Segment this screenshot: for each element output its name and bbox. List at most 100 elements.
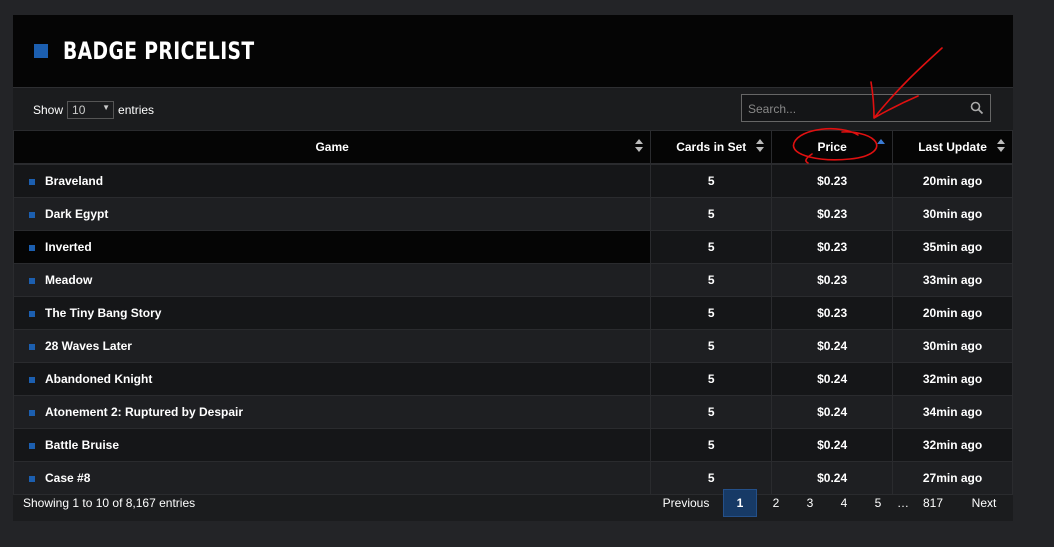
- game-name: Battle Bruise: [45, 438, 120, 452]
- price-cell: $0.23: [771, 296, 894, 330]
- entries-info: Showing 1 to 10 of 8,167 entries: [23, 496, 196, 510]
- game-cell[interactable]: Braveland: [12, 163, 652, 198]
- game-cell[interactable]: 28 Waves Later: [12, 329, 652, 363]
- price-cell: $0.24: [771, 395, 894, 429]
- table-footer: Showing 1 to 10 of 8,167 entries Previou…: [13, 487, 1013, 521]
- game-name: Braveland: [45, 174, 104, 188]
- cards-cell: 5: [650, 197, 773, 231]
- bullet-icon: [29, 343, 35, 350]
- last-update-cell: 35min ago: [892, 230, 1013, 264]
- show-label: Show: [33, 103, 64, 117]
- search-icon[interactable]: [970, 101, 984, 115]
- page-button-4[interactable]: 4: [827, 490, 861, 516]
- sort-ascending-icon: [877, 139, 886, 153]
- column-header-cards[interactable]: Cards in Set: [650, 130, 773, 165]
- last-update-cell: 30min ago: [892, 197, 1013, 231]
- bullet-icon: [29, 244, 35, 251]
- page-button-last[interactable]: 817: [911, 490, 955, 516]
- cards-cell: 5: [650, 296, 773, 330]
- previous-page-button[interactable]: Previous: [649, 490, 723, 516]
- game-name: Atonement 2: Ruptured by Despair: [45, 405, 244, 419]
- entries-select-wrap: 10 ▼: [63, 101, 118, 119]
- game-name: Abandoned Knight: [45, 372, 153, 386]
- column-header-price[interactable]: Price: [771, 130, 894, 165]
- panel-header: BADGE PRICELIST: [13, 15, 1013, 88]
- search-input[interactable]: [742, 95, 965, 123]
- price-cell: $0.23: [771, 230, 894, 264]
- bullet-icon: [29, 442, 35, 449]
- column-header-label: Game: [315, 140, 349, 154]
- bullet-icon: [29, 475, 35, 482]
- table-row[interactable]: Dark Egypt 5 $0.23 30min ago: [12, 197, 1013, 231]
- table-row[interactable]: Inverted 5 $0.23 35min ago: [12, 230, 1013, 264]
- title-square-icon: [34, 44, 48, 58]
- cards-cell: 5: [650, 163, 773, 198]
- price-cell: $0.23: [771, 163, 894, 198]
- search-box: [741, 94, 991, 123]
- page-title: BADGE PRICELIST: [63, 37, 255, 65]
- entries-length-control: Show 10 ▼ entries: [33, 101, 154, 119]
- game-cell[interactable]: Meadow: [12, 263, 652, 297]
- cards-cell: 5: [650, 362, 773, 396]
- table-controls: Show 10 ▼ entries: [13, 88, 1013, 131]
- game-cell[interactable]: Battle Bruise: [12, 428, 652, 462]
- cards-cell: 5: [650, 263, 773, 297]
- cards-cell: 5: [650, 329, 773, 363]
- last-update-cell: 32min ago: [892, 362, 1013, 396]
- table-row[interactable]: Meadow 5 $0.23 33min ago: [12, 263, 1013, 297]
- game-name: Dark Egypt: [45, 207, 109, 221]
- sort-icon: [635, 139, 644, 153]
- bullet-icon: [29, 211, 35, 218]
- game-cell[interactable]: The Tiny Bang Story: [12, 296, 652, 330]
- price-cell: $0.23: [771, 197, 894, 231]
- entries-label: entries: [118, 103, 155, 117]
- pagination: Previous 1 2 3 4 5 … 817 Next: [649, 489, 1013, 517]
- pagination-ellipsis: …: [897, 496, 909, 510]
- game-cell[interactable]: Dark Egypt: [12, 197, 652, 231]
- game-cell[interactable]: Abandoned Knight: [12, 362, 652, 396]
- page-button-3[interactable]: 3: [793, 490, 827, 516]
- table-row[interactable]: Braveland 5 $0.23 20min ago: [12, 163, 1013, 198]
- price-cell: $0.24: [771, 428, 894, 462]
- column-header-label: Last Update: [918, 140, 987, 154]
- entries-select[interactable]: 10: [67, 101, 115, 119]
- game-cell[interactable]: Atonement 2: Ruptured by Despair: [12, 395, 652, 429]
- price-cell: $0.23: [771, 263, 894, 297]
- sort-icon: [756, 139, 765, 153]
- cards-cell: 5: [650, 395, 773, 429]
- last-update-cell: 30min ago: [892, 329, 1013, 363]
- bullet-icon: [29, 178, 35, 185]
- table-row[interactable]: 28 Waves Later 5 $0.24 30min ago: [12, 329, 1013, 363]
- bullet-icon: [29, 310, 35, 317]
- last-update-cell: 34min ago: [892, 395, 1013, 429]
- column-header-label: Price: [817, 140, 847, 154]
- last-update-cell: 20min ago: [892, 163, 1013, 198]
- sort-icon: [997, 139, 1005, 153]
- table-row[interactable]: Abandoned Knight 5 $0.24 32min ago: [12, 362, 1013, 396]
- game-name: Inverted: [45, 240, 92, 254]
- price-cell: $0.24: [771, 362, 894, 396]
- next-page-button[interactable]: Next: [955, 490, 1013, 516]
- game-name: The Tiny Bang Story: [45, 306, 162, 320]
- table-header-row: Game Cards in Set Price Last Update: [12, 130, 1013, 165]
- pricelist-table: Game Cards in Set Price Last Update Brav…: [12, 130, 1013, 495]
- table-row[interactable]: Atonement 2: Ruptured by Despair 5 $0.24…: [12, 395, 1013, 429]
- cards-cell: 5: [650, 230, 773, 264]
- game-cell[interactable]: Inverted: [12, 230, 652, 264]
- cards-cell: 5: [650, 428, 773, 462]
- column-header-game[interactable]: Game: [12, 130, 652, 165]
- last-update-cell: 20min ago: [892, 296, 1013, 330]
- game-name: 28 Waves Later: [45, 339, 132, 353]
- last-update-cell: 33min ago: [892, 263, 1013, 297]
- table-row[interactable]: Battle Bruise 5 $0.24 32min ago: [12, 428, 1013, 462]
- price-cell: $0.24: [771, 329, 894, 363]
- page-button-5[interactable]: 5: [861, 490, 895, 516]
- game-name: Meadow: [45, 273, 93, 287]
- last-update-cell: 32min ago: [892, 428, 1013, 462]
- page-button-1[interactable]: 1: [723, 489, 757, 517]
- page-button-2[interactable]: 2: [759, 490, 793, 516]
- table-row[interactable]: The Tiny Bang Story 5 $0.23 20min ago: [12, 296, 1013, 330]
- column-header-last-update[interactable]: Last Update: [892, 130, 1013, 165]
- bullet-icon: [29, 409, 35, 416]
- game-name: Case #8: [45, 471, 91, 485]
